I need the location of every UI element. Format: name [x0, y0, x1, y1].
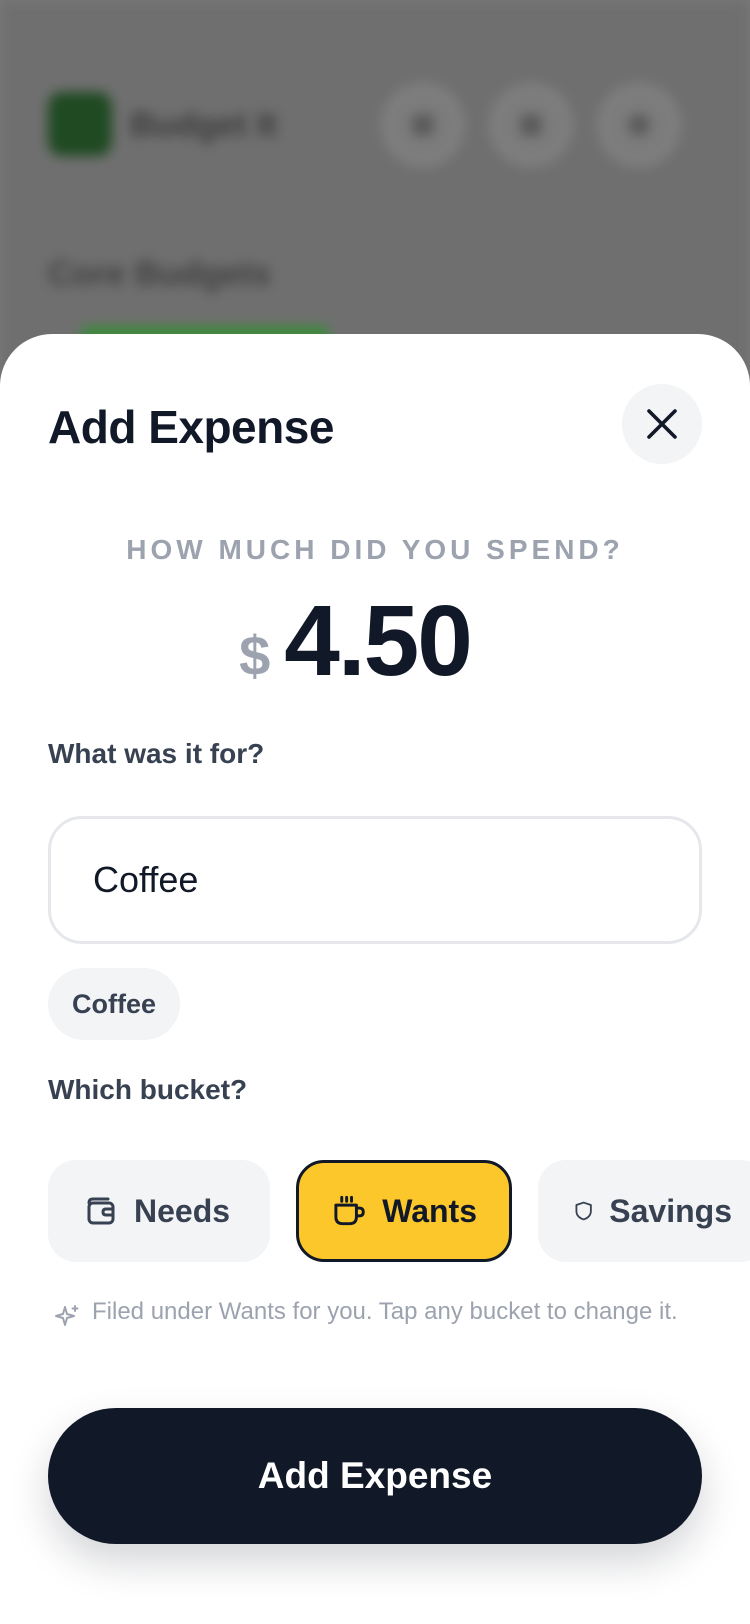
description-label: What was it for? — [48, 738, 265, 769]
add-expense-button[interactable]: Add Expense — [48, 1408, 702, 1544]
bucket-wants-label: Wants — [382, 1192, 477, 1229]
hint-text: Filed under Wants for you. Tap any bucke… — [92, 1298, 678, 1325]
currency-symbol: $ — [239, 624, 271, 687]
wallet-icon — [87, 1197, 115, 1225]
section-title: Core Budgets — [48, 255, 271, 293]
add-expense-sheet: Add Expense HOW MUCH DID YOU SPEND? $ 4.… — [0, 334, 750, 1624]
bucket-savings-label: Savings — [609, 1192, 732, 1229]
shield-icon — [575, 1201, 592, 1221]
auto-bucket-hint: Filed under Wants for you. Tap any bucke… — [54, 1296, 714, 1330]
header-action-button — [490, 84, 572, 166]
amount-label: HOW MUCH DID YOU SPEND? — [126, 534, 624, 565]
app-logo — [48, 92, 112, 156]
close-icon — [647, 409, 677, 439]
header-action-button — [382, 84, 464, 166]
suggestion-chip-coffee[interactable]: Coffee — [48, 968, 181, 1040]
app-title: Budget It — [130, 106, 278, 144]
bucket-savings-button[interactable]: Savings — [538, 1160, 750, 1262]
close-button[interactable] — [622, 384, 702, 464]
bucket-wants-button[interactable]: Wants — [296, 1160, 512, 1262]
description-input[interactable] — [48, 816, 702, 944]
header-action-button — [598, 84, 680, 166]
amount-display[interactable]: $ 4.50 — [0, 584, 750, 699]
bucket-needs-label: Needs — [134, 1192, 231, 1229]
bucket-label: Which bucket? — [48, 1074, 248, 1105]
bucket-selector: Needs Wants Savings — [48, 1160, 750, 1262]
amount-value: 4.50 — [284, 585, 473, 697]
sparkle-icon — [55, 1305, 79, 1326]
coffee-cup-icon — [334, 1195, 365, 1226]
bucket-needs-button[interactable]: Needs — [48, 1160, 270, 1262]
sheet-title: Add Expense — [48, 401, 334, 453]
